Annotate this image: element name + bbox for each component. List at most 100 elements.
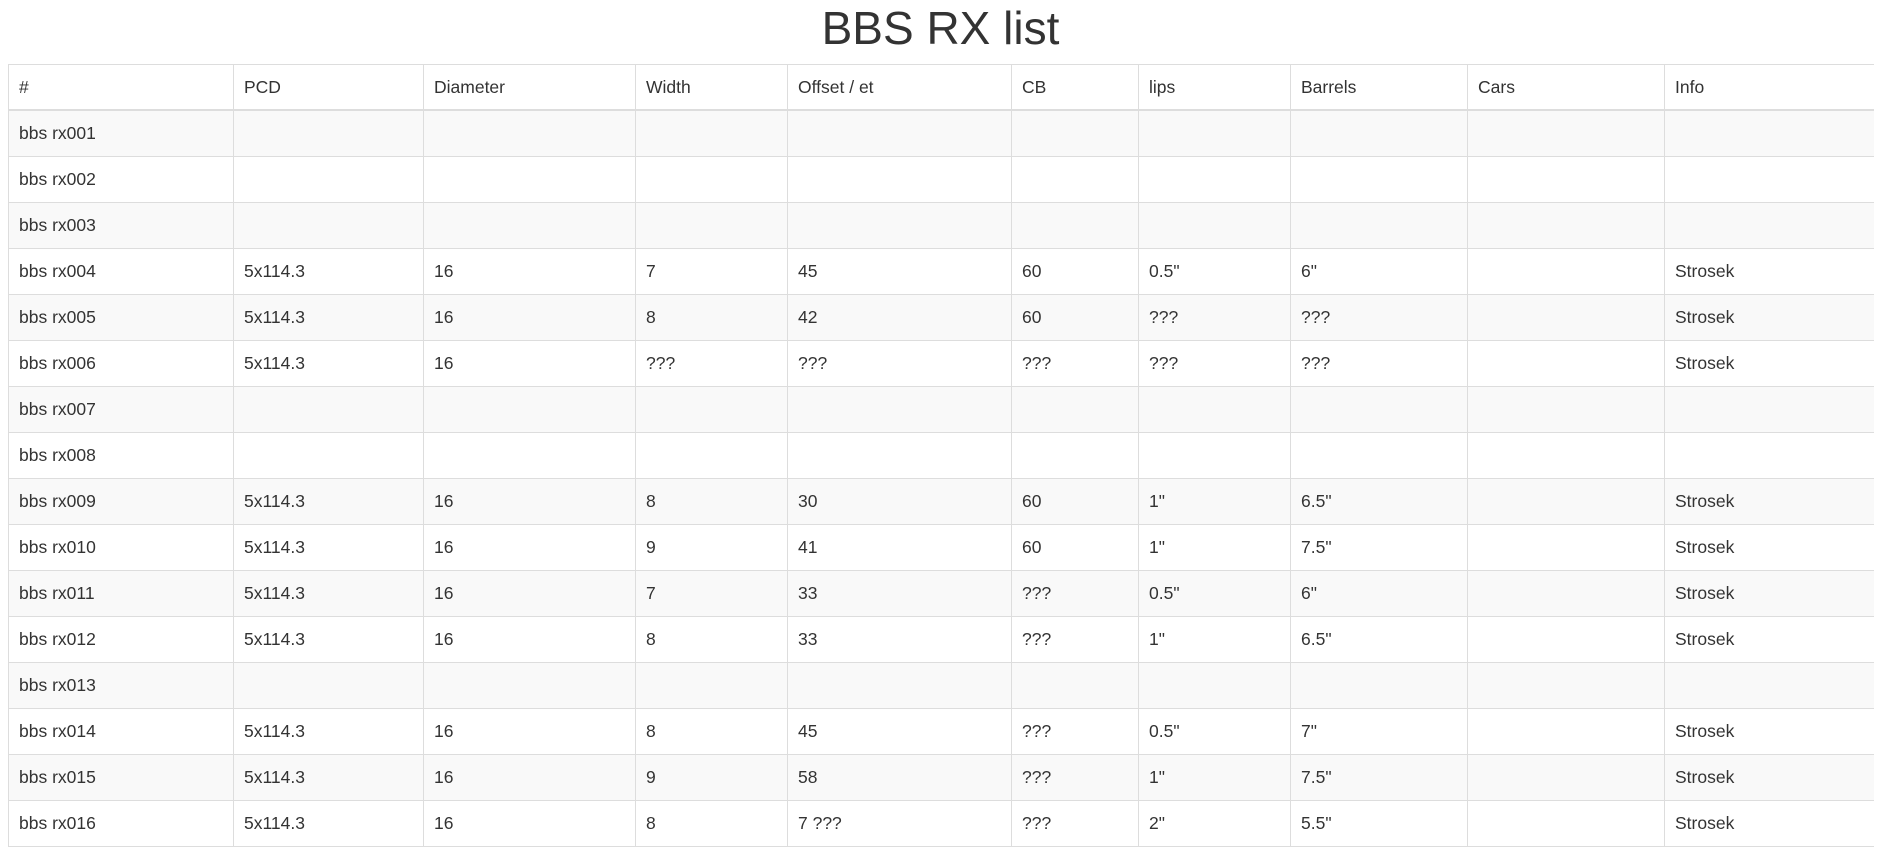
cell-width: 8 <box>635 294 788 341</box>
table-row: bbs rx011 5x114.3 16 7 33??? 0.5" 6" Strosek <box>8 570 1874 617</box>
cell-lips <box>1138 432 1291 479</box>
cell-cars <box>1467 754 1665 801</box>
cell-cars <box>1467 156 1665 203</box>
wheel-spec-table: # PCD Diameter Width Offset / et CB lips… <box>8 64 1874 847</box>
cell-cb <box>1011 662 1139 709</box>
cell-offset: 41 <box>787 524 1012 571</box>
cell-offset: 30 <box>787 478 1012 525</box>
cell-lips: ??? <box>1138 294 1291 341</box>
cell-width: 8 <box>635 800 788 847</box>
cell-lips <box>1138 386 1291 433</box>
cell-barrels: 7.5" <box>1290 524 1468 571</box>
cell-offset: 33 <box>787 616 1012 663</box>
cell-info: Strosek <box>1664 294 1874 341</box>
table-row: bbs rx005 5x114.3 16 8 42 60?????? Strosek <box>8 294 1874 341</box>
table-row: bbs rx013 <box>8 662 1874 709</box>
cell-diameter <box>423 109 636 157</box>
cell-pcd <box>233 156 424 203</box>
cell-info: Strosek <box>1664 708 1874 755</box>
cell-offset <box>787 432 1012 479</box>
cell-pcd: 5x114.3 <box>233 478 424 525</box>
column-header-cars: Cars <box>1467 64 1665 111</box>
cell-cb: 60 <box>1011 478 1139 525</box>
cell-lips: 0.5" <box>1138 248 1291 295</box>
table-row: bbs rx016 5x114.3 16 8 7 ?????? 2" 5.5" Strosek <box>8 800 1874 847</box>
cell-lips: 1" <box>1138 524 1291 571</box>
cell-width: 9 <box>635 524 788 571</box>
cell-width: 9 <box>635 754 788 801</box>
cell-pcd: 5x114.3 <box>233 248 424 295</box>
cell-diameter: 16 <box>423 340 636 387</box>
cell-lips: 0.5" <box>1138 570 1291 617</box>
cell-info: Strosek <box>1664 248 1874 295</box>
cell-width: 8 <box>635 708 788 755</box>
column-header-lips: lips <box>1138 64 1291 111</box>
cell-pcd <box>233 386 424 433</box>
cell-diameter <box>423 662 636 709</box>
cell-cars <box>1467 616 1665 663</box>
cell-width: 8 <box>635 478 788 525</box>
cell-diameter: 16 <box>423 570 636 617</box>
column-header-number: # <box>8 64 234 111</box>
cell-cars <box>1467 432 1665 479</box>
column-header-width: Width <box>635 64 788 111</box>
cell-diameter: 16 <box>423 754 636 801</box>
cell-barrels <box>1290 662 1468 709</box>
cell-width: 7 <box>635 248 788 295</box>
cell-barrels <box>1290 156 1468 203</box>
cell-barrels: ??? <box>1290 294 1468 341</box>
cell-diameter: 16 <box>423 294 636 341</box>
table-row: bbs rx004 5x114.3 16 7 45 60 0.5" 6" Strosek <box>8 248 1874 295</box>
table-body: bbs rx001 bbs rx002 bbs rx003 bbs rx004 5x11… <box>8 109 1874 847</box>
cell-barrels <box>1290 109 1468 157</box>
table-row: bbs rx002 <box>8 156 1874 203</box>
header-row: # PCD Diameter Width Offset / et CB lips… <box>8 64 1874 111</box>
cell-width <box>635 109 788 157</box>
cell-diameter <box>423 202 636 249</box>
cell-width: 7 <box>635 570 788 617</box>
cell-info: Strosek <box>1664 340 1874 387</box>
cell-cars <box>1467 294 1665 341</box>
cell-info: Strosek <box>1664 478 1874 525</box>
cell-width <box>635 432 788 479</box>
cell-info: Strosek <box>1664 570 1874 617</box>
cell-cb: 60 <box>1011 294 1139 341</box>
cell-diameter: 16 <box>423 524 636 571</box>
cell-cars <box>1467 708 1665 755</box>
cell-diameter: 16 <box>423 708 636 755</box>
cell-diameter: 16 <box>423 248 636 295</box>
cell-cb: ??? <box>1011 708 1139 755</box>
table-container[interactable]: # PCD Diameter Width Offset / et CB lips… <box>8 64 1874 864</box>
cell-pcd <box>233 202 424 249</box>
cell-barrels: 6.5" <box>1290 616 1468 663</box>
cell-offset <box>787 156 1012 203</box>
cell-number: bbs rx001 <box>8 109 234 157</box>
cell-number: bbs rx010 <box>8 524 234 571</box>
cell-pcd <box>233 109 424 157</box>
cell-barrels: 6.5" <box>1290 478 1468 525</box>
cell-width <box>635 386 788 433</box>
cell-number: bbs rx016 <box>8 800 234 847</box>
cell-info <box>1664 109 1874 157</box>
column-header-pcd: PCD <box>233 64 424 111</box>
cell-lips: ??? <box>1138 340 1291 387</box>
cell-width <box>635 662 788 709</box>
cell-offset: 7 ??? <box>787 800 1012 847</box>
cell-cb: ??? <box>1011 340 1139 387</box>
cell-lips: 0.5" <box>1138 708 1291 755</box>
cell-info: Strosek <box>1664 524 1874 571</box>
cell-number: bbs rx007 <box>8 386 234 433</box>
cell-number: bbs rx003 <box>8 202 234 249</box>
column-header-barrels: Barrels <box>1290 64 1468 111</box>
cell-offset <box>787 386 1012 433</box>
table-row: bbs rx012 5x114.3 16 8 33??? 1" 6.5" Strosek <box>8 616 1874 663</box>
table-row: bbs rx006 5x114.3 16??????????????? Strosek <box>8 340 1874 387</box>
cell-cb: ??? <box>1011 800 1139 847</box>
cell-barrels: 6" <box>1290 248 1468 295</box>
table-header: # PCD Diameter Width Offset / et CB lips… <box>8 64 1874 111</box>
cell-cb <box>1011 432 1139 479</box>
cell-info <box>1664 156 1874 203</box>
cell-info <box>1664 386 1874 433</box>
cell-offset: 58 <box>787 754 1012 801</box>
cell-diameter: 16 <box>423 800 636 847</box>
